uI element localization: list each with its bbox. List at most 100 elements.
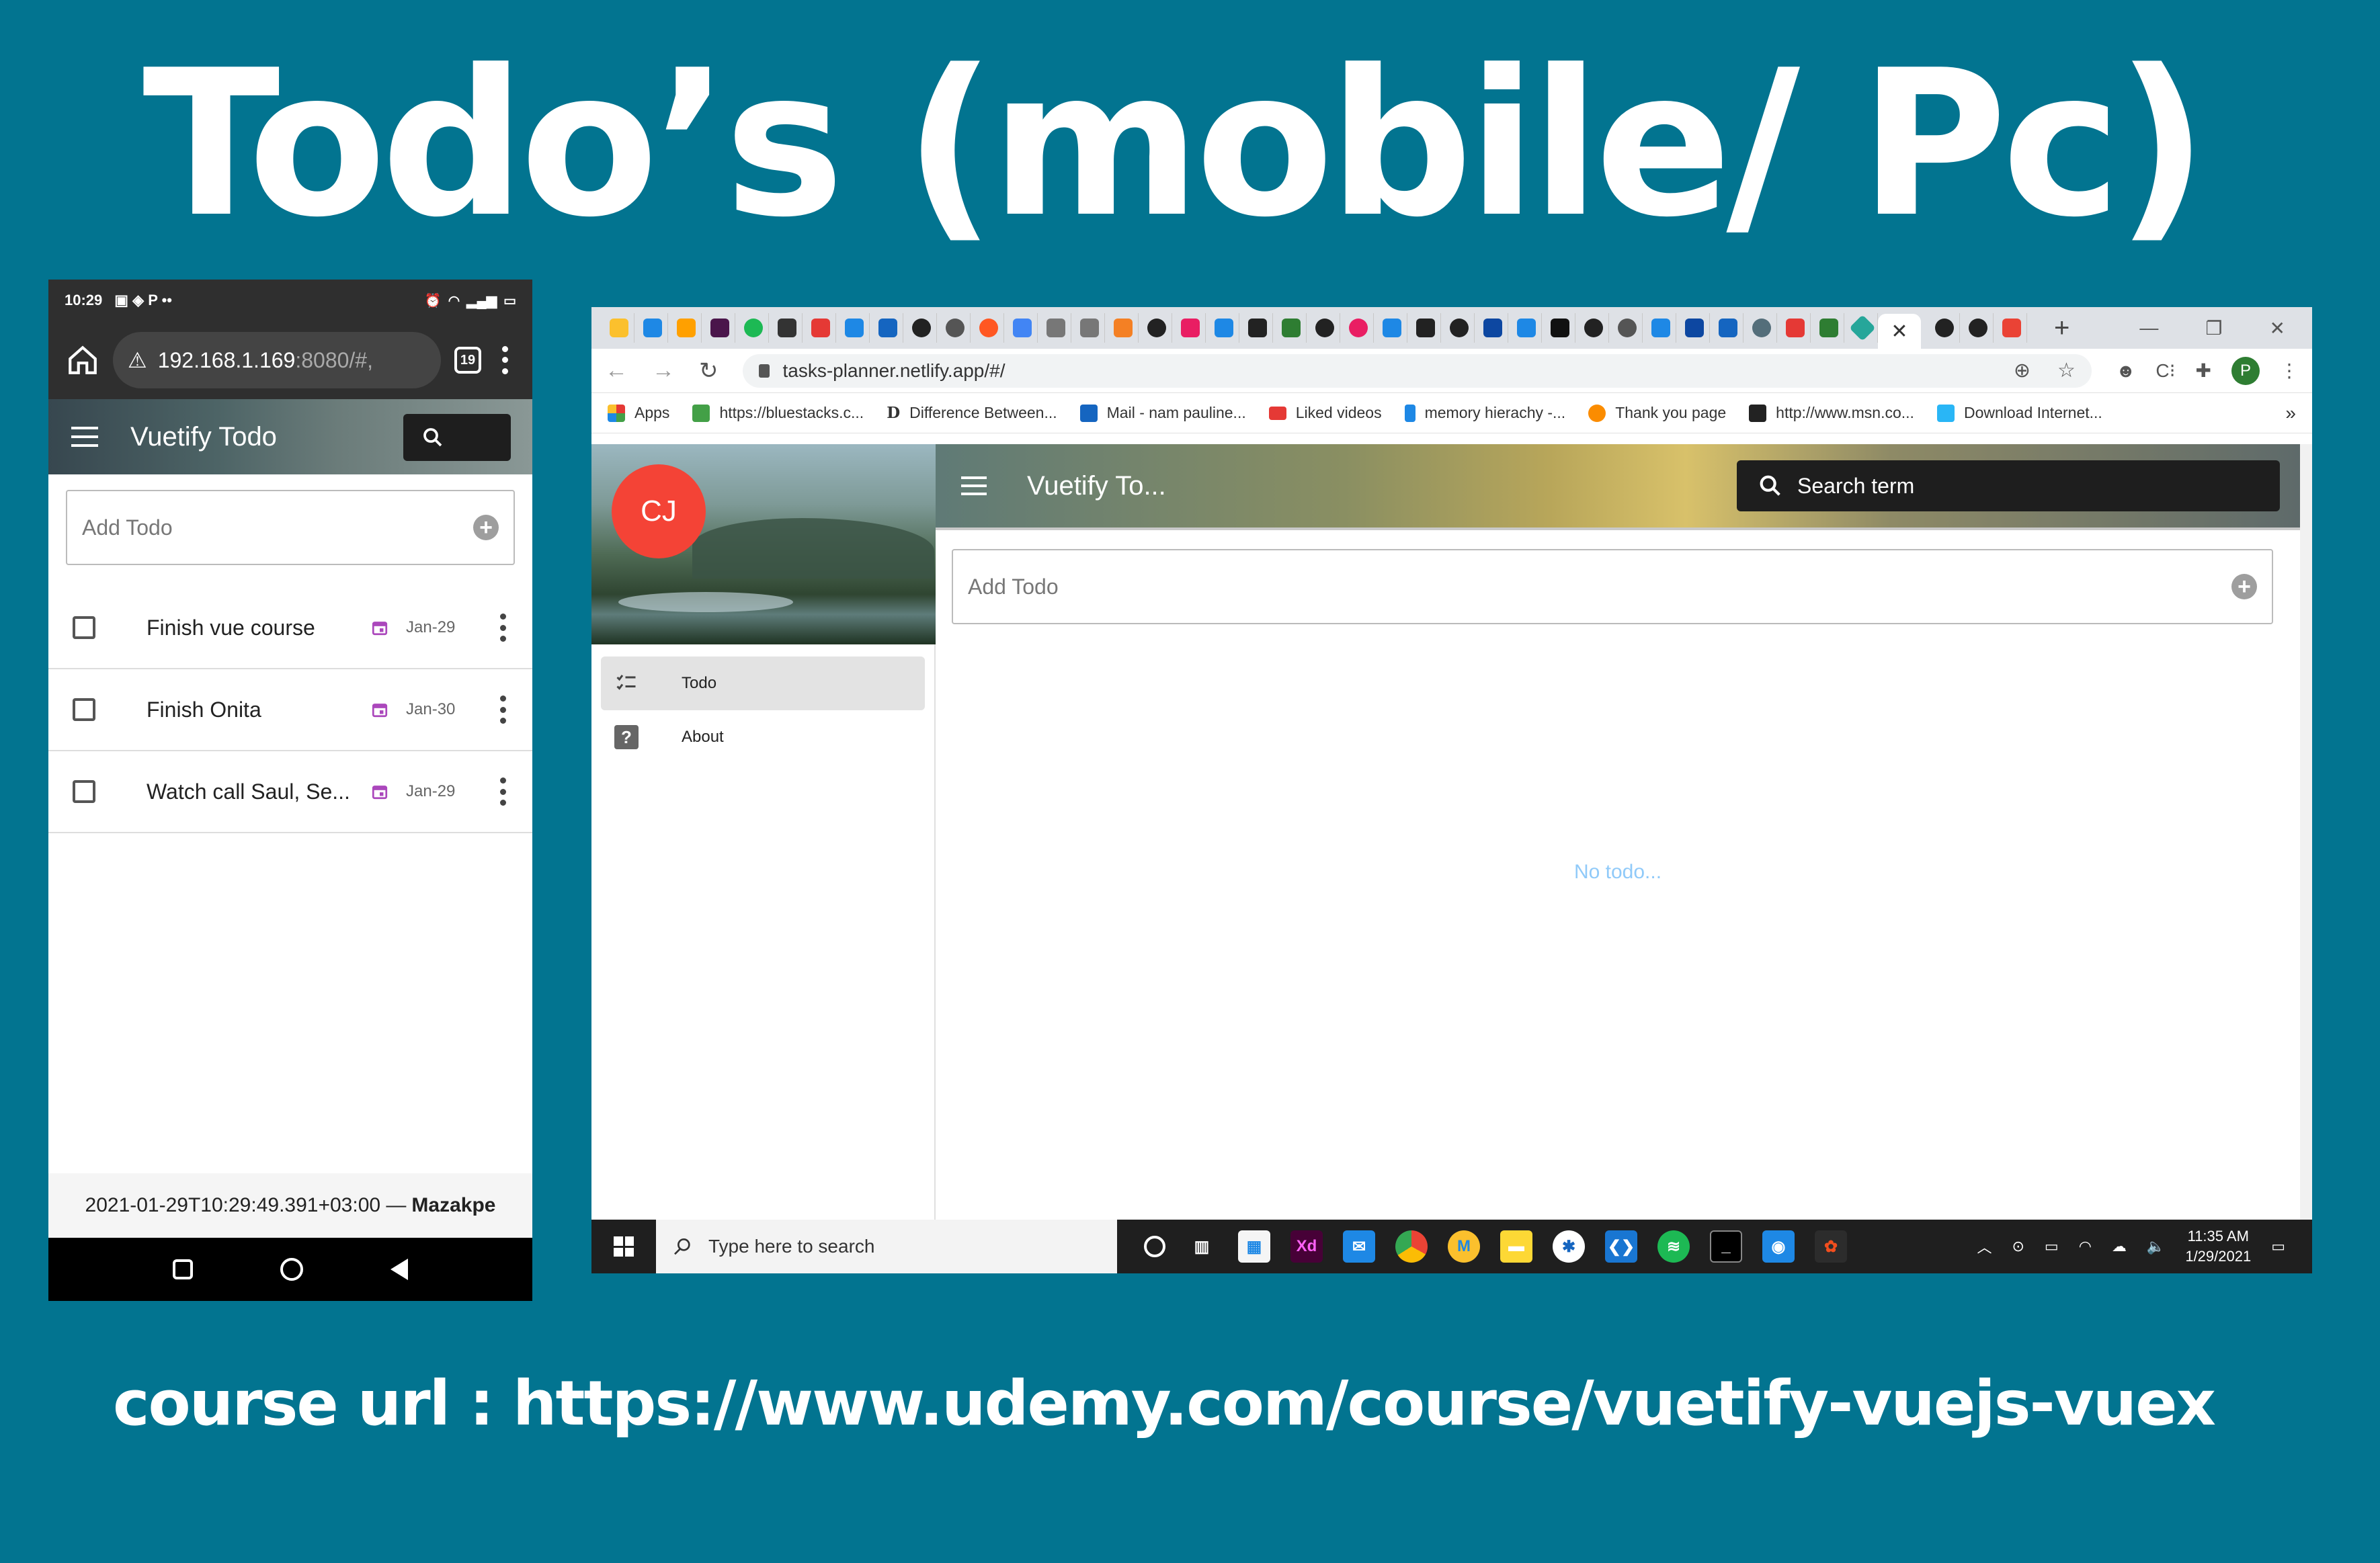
browser-tab[interactable] xyxy=(1963,313,1994,343)
home-circle-icon[interactable] xyxy=(280,1258,303,1281)
scrollbar[interactable] xyxy=(2300,444,2312,1220)
browser-tab[interactable] xyxy=(805,313,836,343)
add-circle-icon[interactable]: + xyxy=(473,515,499,540)
browser-tab[interactable] xyxy=(1545,313,1575,343)
tab-count-button[interactable]: 19 xyxy=(454,347,481,374)
clock[interactable]: 11:35 AM 1/29/2021 xyxy=(2185,1226,2251,1267)
browser-tab[interactable] xyxy=(1612,313,1643,343)
task-view-icon[interactable]: ▥ xyxy=(1186,1230,1218,1263)
new-tab-icon[interactable]: + xyxy=(2054,313,2069,343)
puzzle-icon[interactable]: ✚ xyxy=(2196,360,2211,382)
browser-tab[interactable] xyxy=(1276,313,1307,343)
todo-item[interactable]: Watch call Saul, Se... Jan-29 xyxy=(48,751,532,833)
browser-tab[interactable] xyxy=(1208,313,1239,343)
notification-icon[interactable]: ▭ xyxy=(2271,1238,2285,1255)
close-icon[interactable]: ✕ xyxy=(2270,317,2285,339)
kebab-menu-icon[interactable]: ⋮ xyxy=(2280,360,2299,382)
minimize-icon[interactable]: — xyxy=(2139,317,2158,339)
star-icon[interactable]: ☆ xyxy=(2057,359,2076,382)
store-icon[interactable]: ▦ xyxy=(1238,1230,1270,1263)
hamburger-icon[interactable] xyxy=(71,427,98,447)
browser-tab[interactable] xyxy=(1679,313,1710,343)
todo-menu-icon[interactable] xyxy=(500,695,507,724)
browser-tab[interactable] xyxy=(1175,313,1206,343)
search-input[interactable]: Search term xyxy=(1737,460,2280,511)
volume-icon[interactable]: 🔈 xyxy=(2147,1238,2165,1255)
app-icon[interactable]: ✱ xyxy=(1553,1230,1585,1263)
add-todo-field[interactable]: Add Todo + xyxy=(952,549,2273,624)
spotify-icon[interactable]: ≋ xyxy=(1657,1230,1690,1263)
browser-tab[interactable] xyxy=(1377,313,1407,343)
taskbar-search-field[interactable]: Type here to search xyxy=(656,1220,1117,1273)
todo-menu-icon[interactable] xyxy=(500,614,507,642)
browser-tab[interactable] xyxy=(839,313,870,343)
bookmark-apps[interactable]: Apps xyxy=(608,404,669,422)
bookmark-item[interactable]: memory hierachy -... xyxy=(1404,404,1565,422)
browser-tab[interactable] xyxy=(704,313,735,343)
install-icon[interactable]: ⊕ xyxy=(2014,359,2030,382)
todo-item[interactable]: Finish vue course Jan-29 xyxy=(48,587,532,669)
browser-tab[interactable] xyxy=(738,313,769,343)
browser-tab[interactable] xyxy=(1040,313,1071,343)
bookmark-item[interactable]: Thank you page xyxy=(1588,404,1726,422)
bookmark-item[interactable]: Download Internet... xyxy=(1936,404,2102,422)
battery-icon[interactable]: ▭ xyxy=(2045,1238,2059,1255)
browser-tab[interactable] xyxy=(973,313,1004,343)
cortana-icon[interactable] xyxy=(1144,1236,1165,1257)
wifi-icon[interactable]: ◠ xyxy=(2079,1238,2092,1255)
browser-tab[interactable] xyxy=(772,313,803,343)
start-button[interactable] xyxy=(591,1220,656,1273)
nav-item-about[interactable]: ? About xyxy=(601,710,925,764)
browser-tab[interactable] xyxy=(1309,313,1340,343)
add-circle-icon[interactable]: + xyxy=(2231,574,2257,599)
vpn-icon[interactable]: ◉ xyxy=(1762,1230,1795,1263)
chrome-icon[interactable] xyxy=(1395,1230,1428,1263)
browser-tab[interactable] xyxy=(940,313,971,343)
todo-checkbox[interactable] xyxy=(73,780,95,803)
browser-tab[interactable] xyxy=(1645,313,1676,343)
browser-tab[interactable] xyxy=(1410,313,1441,343)
browser-tab[interactable] xyxy=(1343,313,1374,343)
browser-tab[interactable] xyxy=(1746,313,1777,343)
mail-icon[interactable]: ✉ xyxy=(1343,1230,1375,1263)
bookmark-item[interactable]: Liked videos xyxy=(1268,404,1382,422)
bookmarks-overflow-icon[interactable]: » xyxy=(2285,403,2296,424)
browser-tab[interactable] xyxy=(1511,313,1542,343)
url-field[interactable]: tasks-planner.netlify.app/#/ ⊕ ☆ xyxy=(742,353,2092,388)
browser-tab[interactable] xyxy=(1713,313,1743,343)
mobile-add-todo-field[interactable]: Add Todo + xyxy=(66,490,515,565)
browser-tab[interactable] xyxy=(1996,313,2027,343)
reload-icon[interactable]: ↻ xyxy=(699,357,719,384)
browser-tab[interactable] xyxy=(1007,313,1038,343)
bookmark-item[interactable]: D Difference Between... xyxy=(887,404,1057,422)
extension-icon[interactable]: ☻ xyxy=(2116,360,2135,382)
browser-tab[interactable] xyxy=(1578,313,1609,343)
todo-menu-icon[interactable] xyxy=(500,777,507,806)
hamburger-icon[interactable] xyxy=(961,476,987,495)
browser-tab[interactable] xyxy=(1242,313,1273,343)
extension-icon[interactable]: C⁝ xyxy=(2156,360,2175,382)
back-icon[interactable] xyxy=(391,1259,408,1280)
terminal-icon[interactable]: _ xyxy=(1710,1230,1742,1263)
browser-tab[interactable] xyxy=(1444,313,1475,343)
browser-tab[interactable] xyxy=(872,313,903,343)
onedrive-icon[interactable]: ☁ xyxy=(2112,1238,2127,1255)
browser-tab[interactable] xyxy=(637,313,668,343)
bookmark-item[interactable]: https://bluestacks.c... xyxy=(692,404,864,422)
bookmark-item[interactable]: Mail - nam pauline... xyxy=(1079,404,1246,422)
browser-tab[interactable] xyxy=(1780,313,1811,343)
browser-tab[interactable] xyxy=(1929,313,1960,343)
back-arrow-icon[interactable]: ← xyxy=(605,357,628,384)
vscode-icon[interactable]: ❮❯ xyxy=(1605,1230,1637,1263)
browser-tab[interactable] xyxy=(906,313,937,343)
recents-icon[interactable] xyxy=(173,1259,193,1279)
browser-tab[interactable] xyxy=(671,313,702,343)
more-menu-icon[interactable] xyxy=(495,343,515,377)
chevron-up-icon[interactable]: ︿ xyxy=(1977,1236,1992,1257)
browser-tab[interactable] xyxy=(1847,313,1878,343)
active-tab-close-icon[interactable]: ✕ xyxy=(1878,314,1921,349)
todo-checkbox[interactable] xyxy=(73,698,95,721)
home-icon[interactable] xyxy=(66,343,99,377)
todo-item[interactable]: Finish Onita Jan-30 xyxy=(48,669,532,751)
mobile-search-field[interactable] xyxy=(403,414,511,461)
